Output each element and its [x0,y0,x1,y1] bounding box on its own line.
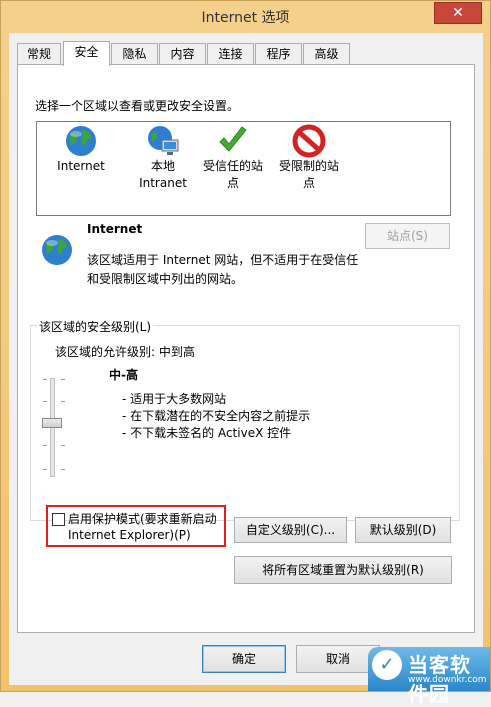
zone-local-intranet[interactable]: 本地 Intranet [123,124,203,192]
security-level-title: 中-高 [109,368,138,382]
zone-trusted-sites[interactable]: 受信任的站 点 [193,124,273,192]
level-bullet-1: - 适用于大多数网站 [122,392,227,406]
tab-programs[interactable]: 程序 [255,43,302,64]
zone-list: Internet 本地 Intranet 受信任的站 点 受限制的站 点 [36,121,451,216]
zone-restricted-sites[interactable]: 受限制的站 点 [269,124,349,192]
window-title: Internet 选项 [201,10,290,26]
protected-mode-label-1[interactable]: 启用保护模式(要求重新启动 [68,510,217,527]
level-bullet-2: - 在下载潜在的不安全内容之前提示 [122,409,311,423]
dialog-window: Internet 选项 ✕ 常规 安全 隐私 内容 连接 程序 高级 选择一个区… [0,0,491,706]
zone-internet[interactable]: Internet [41,124,121,175]
protected-mode-checkbox[interactable] [52,513,65,526]
default-level-button[interactable]: 默认级别(D) [355,517,451,543]
close-button[interactable]: ✕ [434,2,482,24]
tab-security[interactable]: 安全 [63,41,110,66]
slider-tick [43,469,47,470]
slider-tick [61,469,65,470]
level-bullet-3: - 不下载未签名的 ActiveX 控件 [122,426,292,440]
slider-tick [43,445,47,446]
dialog-client: 常规 安全 隐私 内容 连接 程序 高级 选择一个区域以查看或更改安全设置。 I… [9,33,483,685]
slider-tick [61,445,65,446]
security-panel: 选择一个区域以查看或更改安全设置。 Internet 本地 Intranet 受… [17,64,475,633]
allowed-levels-label: 该区域的允许级别: 中到高 [55,345,195,359]
tab-content[interactable]: 内容 [159,43,206,64]
zone-label-internet: Internet [57,159,105,173]
reset-all-zones-button[interactable]: 将所有区域重置为默认级别(R) [234,556,452,584]
slider-tick [61,401,65,402]
title-bar[interactable]: Internet 选项 ✕ [1,1,490,31]
zone-label-trusted-2: 点 [226,176,239,190]
protected-mode-label-2[interactable]: Internet Explorer)(P) [68,528,191,542]
selected-zone-desc-1: 该区域适用于 Internet 网站，但不适用于在受信任 [87,253,359,267]
zone-label-intranet-2: Intranet [139,176,187,190]
security-level-slider-thumb[interactable] [42,418,62,428]
sites-button[interactable]: 站点(S) [365,223,450,249]
security-level-legend: 该区域的安全级别(L) [37,318,154,335]
zone-label-restricted-2: 点 [302,176,315,190]
checkmark-icon [219,126,247,152]
selected-zone-globe-icon [42,235,72,265]
tab-advanced[interactable]: 高级 [303,43,350,64]
site-watermark: ✓ 当客软件园 www.downkr.com [368,647,490,706]
watermark-logo-icon: ✓ [372,650,402,680]
tab-connections[interactable]: 连接 [207,43,254,64]
zone-label-restricted-1: 受限制的站 [278,159,339,173]
globe-icon [66,126,96,156]
slider-tick [43,379,47,380]
slider-tick [61,379,65,380]
selected-zone-desc-2: 和受限制区域中列出的网站。 [87,272,244,286]
watermark-url: www.downkr.com [408,675,487,685]
zone-instruction: 选择一个区域以查看或更改安全设置。 [35,99,240,113]
tab-general[interactable]: 常规 [17,43,61,64]
selected-zone-name: Internet [87,222,143,236]
tab-privacy[interactable]: 隐私 [111,43,158,64]
zone-label-intranet-1: 本地 [150,159,175,173]
restricted-icon [292,124,326,158]
intranet-icon [148,126,179,155]
custom-level-button[interactable]: 自定义级别(C)... [234,517,347,543]
zone-label-trusted-1: 受信任的站 [202,159,263,173]
slider-tick [43,401,47,402]
ok-button[interactable]: 确定 [202,645,286,673]
